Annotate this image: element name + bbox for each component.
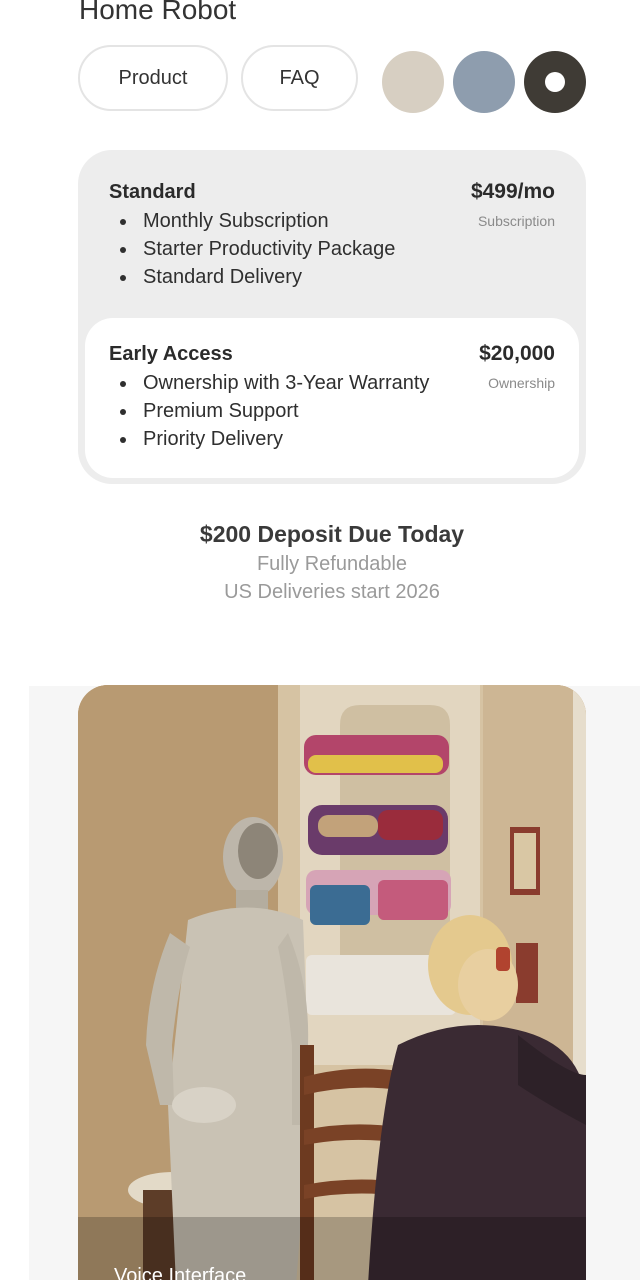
plan-selector: Standard $499/mo Subscription Monthly Su… — [78, 150, 586, 484]
robot-scene-image — [78, 685, 586, 1280]
plan-early-access-features: Ownership with 3-Year Warranty Premium S… — [109, 369, 429, 453]
plan-standard-price: $499/mo — [470, 180, 555, 203]
delivery-note: US Deliveries start 2026 — [224, 581, 440, 603]
list-item: Starter Productivity Package — [109, 235, 395, 263]
list-item: Ownership with 3-Year Warranty — [109, 369, 429, 397]
list-item: Premium Support — [109, 397, 429, 425]
gallery-caption: Voice Interface — [114, 1265, 247, 1280]
selected-indicator-icon — [545, 72, 565, 92]
tab-faq[interactable]: FAQ — [241, 45, 358, 111]
plan-standard-type: Subscription — [477, 213, 555, 229]
color-swatch-sand[interactable] — [382, 51, 444, 113]
list-item: Standard Delivery — [109, 263, 395, 291]
plan-standard-title: Standard — [109, 181, 196, 203]
plan-standard-features: Monthly Subscription Starter Productivit… — [109, 207, 395, 291]
plan-early-access[interactable]: Early Access $20,000 Ownership Ownership… — [85, 318, 579, 478]
tab-product[interactable]: Product — [78, 45, 228, 111]
list-item: Monthly Subscription — [109, 207, 395, 235]
refund-note: Fully Refundable — [256, 553, 408, 575]
product-photo[interactable]: Voice Interface — [78, 685, 586, 1280]
plan-standard[interactable]: Standard $499/mo Subscription Monthly Su… — [78, 150, 586, 315]
plan-early-access-title: Early Access — [109, 343, 233, 365]
plan-early-access-type: Ownership — [488, 375, 555, 391]
deposit-headline: $200 Deposit Due Today — [199, 521, 465, 547]
page-title: Home Robot — [79, 0, 237, 25]
color-swatch-charcoal[interactable] — [524, 51, 586, 113]
plan-early-access-price: $20,000 — [479, 342, 555, 365]
product-page: Home Robot Product FAQ Standard $499/mo … — [0, 0, 640, 1280]
color-swatch-slate[interactable] — [453, 51, 515, 113]
list-item: Priority Delivery — [109, 425, 429, 453]
